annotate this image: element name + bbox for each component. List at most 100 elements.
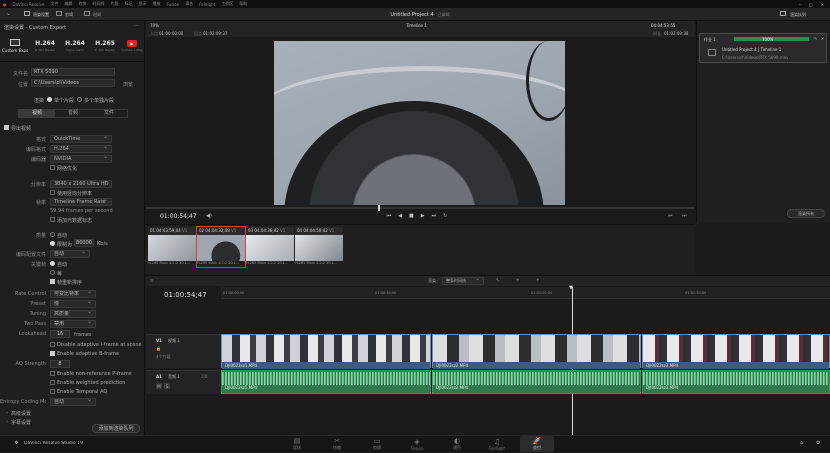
v1-name[interactable]: 视频 1 [168,338,180,344]
render-queue-icon[interactable] [780,11,786,16]
next-frame-icon[interactable]: ⏭ [682,213,687,219]
aq-strength-input[interactable]: 8 [50,360,70,368]
page-media[interactable]: ▤ 媒体 [280,436,314,452]
page-fusion[interactable]: ◈ Fusion [400,436,434,452]
menu-fusion[interactable]: Fusion [166,2,179,7]
non-ref-pframe-checkbox[interactable] [50,371,55,376]
adaptive-iframe-checkbox[interactable] [50,342,55,347]
tab-video[interactable]: 视频 [19,110,55,117]
framerate-select[interactable]: Timeline Frame Rate [50,198,112,206]
maximize-icon[interactable]: ▢ [809,2,813,7]
adaptive-bframe-checkbox[interactable] [50,351,55,356]
menu-edit[interactable]: 编辑 [64,1,72,7]
menu-trim[interactable]: 修剪 [78,1,86,7]
home-icon[interactable]: ⌂ [800,440,803,446]
frame-reorder-checkbox[interactable] [50,279,55,284]
playhead-head-icon[interactable]: ▼ [569,285,573,291]
zoom-in-icon[interactable]: + [536,277,539,282]
loop-icon[interactable]: ↻ [443,213,447,219]
pointer-icon[interactable]: ↖ [496,277,499,282]
browse-button[interactable]: 浏览 [123,81,133,88]
playhead-marker[interactable] [378,205,380,211]
clip-thumb-4[interactable]: 04 04:04:50;42 V1 H.265 Main 4:2:2 10-L.… [295,227,343,267]
metadata-checkbox[interactable] [50,217,55,222]
location-input[interactable]: C:\Users\cl\Videos [31,79,115,87]
bitrate-input[interactable]: 80000 [74,239,94,247]
advanced-settings[interactable]: 高级设置 [11,410,31,417]
preset-h264-master[interactable]: H.264 H.264 Master [30,36,60,59]
tuning-select[interactable]: 高质量 [50,310,96,318]
render-settings-icon[interactable] [24,11,30,16]
menu-timeline[interactable]: 时间线 [92,1,104,7]
preset-youtube[interactable]: ▶ YouTube 1080p [120,36,144,59]
audio-clip-2[interactable]: DJI0022sz2.MP4 [432,370,641,394]
kf-every-radio[interactable] [50,270,55,275]
page-deliver[interactable]: 🚀 交付 [520,436,554,452]
single-clip-radio[interactable] [47,97,52,102]
clip-thumb-3[interactable]: 03 04:04:36;42 V1 H.265 Main 4:2:2 10-L.… [246,227,294,267]
preset-select[interactable]: 慢 [50,300,96,308]
page-color[interactable]: ◐ 调色 [440,436,474,452]
vertical-res-checkbox[interactable] [50,190,55,195]
preset-hyperdeck[interactable]: H.264 Hyper Deck [60,36,90,59]
add-icon[interactable]: + [516,277,519,282]
audio-clip-3[interactable]: DJI0022sz3.MP4 [642,370,830,394]
page-cut[interactable]: ✂ 快编 [320,436,354,452]
subtitle-settings[interactable]: 字幕设置 [11,419,31,426]
menu-color[interactable]: 调色 [185,1,193,7]
viewer-zoom[interactable]: 79% [150,23,159,28]
resolution-select[interactable]: 3840 x 2160 Ultra HD [50,180,112,188]
weighted-pred-checkbox[interactable] [50,380,55,385]
clip-thumb-2[interactable]: 02 04:04:32;08 V1 H.265 Main 4:2:2 10-L.… [196,226,246,268]
clip-thumb-1[interactable]: 01 04:03:59;04 V1 H.265 Main 4:2:2 10-L.… [148,227,196,267]
format-select[interactable]: QuickTime [50,135,112,143]
menu-file[interactable]: 文件 [50,1,58,7]
clip-icon[interactable] [56,11,62,16]
reverse-icon[interactable]: ◀ [398,213,402,219]
panel-options-icon[interactable]: ··· [134,23,139,29]
page-edit[interactable]: ▭ 剪辑 [360,436,394,452]
filename-input[interactable]: RTX 5090 [31,68,115,76]
a1-name[interactable]: 音频 1 [168,374,180,380]
menu-workspace[interactable]: 工作区 [221,1,233,7]
add-to-queue-button[interactable]: 添加到渲染队列 [92,424,140,433]
page-fairlight[interactable]: ♫ Fairlight [480,436,514,452]
viewer-timeline-name[interactable]: Timeline 1 [406,23,427,28]
play-icon[interactable]: ▶ [421,213,425,219]
codec-select[interactable]: H.264 [50,145,112,153]
two-pass-select[interactable]: 禁用 [50,320,96,328]
queue-job[interactable]: 作业 1 100% ✎ ✕ Untitled Project 4 | Timel… [699,33,827,63]
multi-clip-radio[interactable] [77,97,82,102]
video-clip-1[interactable]: DJI0022sz1.MP4 [221,334,431,369]
menu-clip[interactable]: 片段 [110,1,118,7]
network-opt-checkbox[interactable] [50,165,55,170]
kf-auto-radio[interactable] [50,261,55,266]
go-start-icon[interactable]: ⏮ [387,213,392,219]
encode-profile-select[interactable]: 自动 [50,250,90,258]
collapse-icon[interactable]: ⌄ [6,10,11,17]
settings-icon[interactable]: ⚙ [816,440,820,446]
v1-lock-icon[interactable]: 🔒 [156,346,161,351]
minimize-icon[interactable]: – [799,2,801,7]
quality-auto-radio[interactable] [50,232,55,237]
menu-mark[interactable]: 标记 [124,1,132,7]
prev-frame-icon[interactable]: ⏮ [668,213,673,219]
export-video-checkbox[interactable] [4,125,9,130]
preset-h265-master[interactable]: H.265 H.265 Master [90,36,120,59]
render-settings-toggle[interactable]: 渲染设置 [33,12,49,18]
timeline-menu-icon[interactable]: ☰ [150,278,154,283]
menu-help[interactable]: 帮助 [239,1,247,7]
menu-playback[interactable]: 播放 [152,1,160,7]
a1-solo-button[interactable]: S [164,383,170,389]
timeline-ruler[interactable]: 01:00:00;00 01:00:30;00 01:01:00;00 01:0… [221,287,830,299]
timeline-icon[interactable] [84,11,90,16]
video-clip-3[interactable]: DJI0022sz3.MP4 [642,334,830,369]
menu-view[interactable]: 显示 [138,1,146,7]
rate-control-select[interactable]: 可变比特率 [50,290,96,298]
sub-chevron-icon[interactable]: › [6,419,8,425]
job-close-icon[interactable]: ✕ [821,36,824,41]
clip-toggle[interactable]: 剪辑 [65,12,73,18]
preset-custom-export[interactable]: Custom Export [2,36,28,59]
close-icon[interactable]: ✕ [821,2,824,7]
limit-to-radio[interactable] [50,241,55,246]
